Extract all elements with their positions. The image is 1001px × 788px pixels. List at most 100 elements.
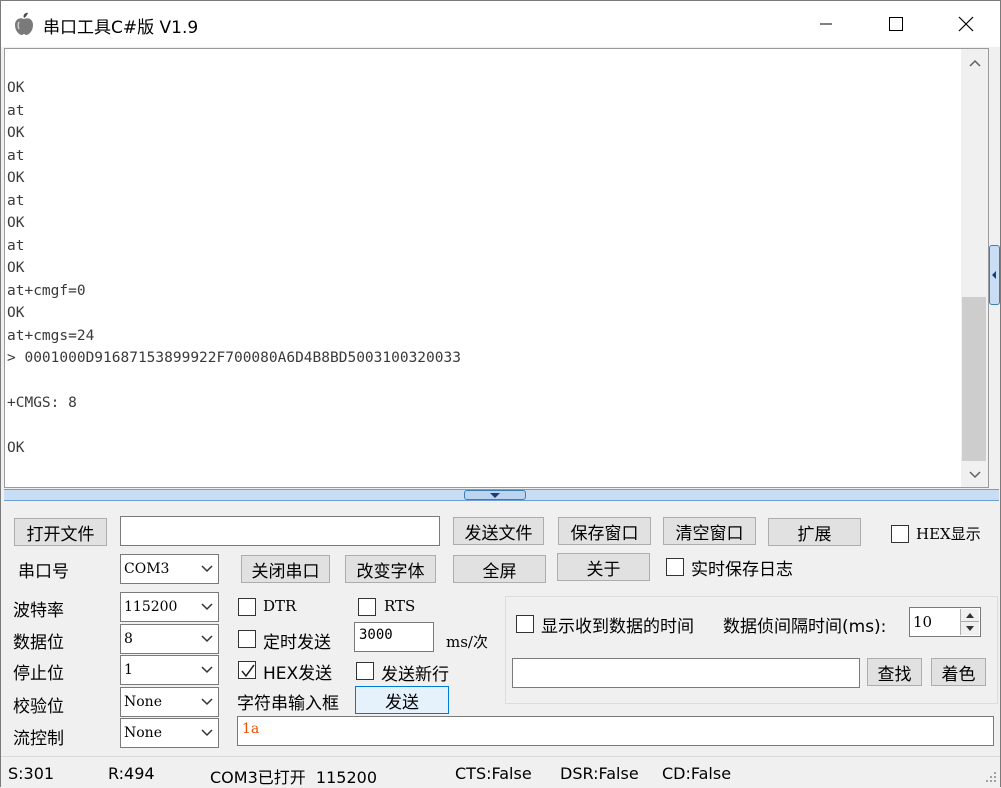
receive-line: OK <box>7 260 25 276</box>
scroll-down-icon[interactable] <box>961 463 988 487</box>
baud-label: 波特率 <box>13 601 64 621</box>
rts-label: RTS <box>384 597 416 615</box>
spin-up-icon[interactable] <box>961 609 979 622</box>
hex-send-checkbox[interactable] <box>238 661 256 679</box>
receive-textarea[interactable]: OK at OK at OK at OK at OK at+cmgf=0 OK at+cmgs=24 >… <box>4 48 989 488</box>
main-window: 串口工具C#版 V1.9 OK at OK at OK at OK at OK at+cmgf=0… <box>0 0 1001 787</box>
close-icon <box>958 16 974 32</box>
side-panel-toggle[interactable] <box>989 245 1000 305</box>
baud-select[interactable]: 115200 <box>120 592 219 622</box>
show-time-label: 显示收到数据的时间 <box>541 617 694 637</box>
cd-status: CD:False <box>662 764 732 783</box>
flow-control-label: 流控制 <box>13 729 64 749</box>
search-input[interactable] <box>512 658 860 688</box>
parity-select[interactable]: None <box>120 687 219 717</box>
port-select[interactable]: COM3 <box>120 554 219 584</box>
interval-unit-label: ms/次 <box>446 633 488 651</box>
databits-label: 数据位 <box>13 633 64 653</box>
close-button[interactable] <box>931 1 1001 47</box>
apple-icon <box>13 12 35 36</box>
receive-line: at <box>7 147 25 164</box>
checkmark-icon <box>241 664 255 678</box>
colorize-button[interactable]: 着色 <box>931 658 986 686</box>
chevron-down-icon <box>196 719 218 747</box>
scroll-up-icon[interactable] <box>961 51 988 75</box>
status-bar: S:301 R:494 COM3已打开 115200 CTS:False DSR… <box>1 756 1000 787</box>
timed-send-checkbox[interactable] <box>238 630 256 648</box>
change-font-button[interactable]: 改变字体 <box>345 555 436 583</box>
find-button[interactable]: 查找 <box>867 658 922 686</box>
realtime-log-label: 实时保存日志 <box>691 560 793 580</box>
receive-line: OK <box>7 80 25 96</box>
received-count: R:494 <box>108 764 155 783</box>
receive-line: at <box>7 237 25 254</box>
send-input[interactable]: 1a <box>237 716 994 746</box>
chevron-left-icon <box>992 271 996 279</box>
parity-label: 校验位 <box>13 697 64 717</box>
receive-scrollbar[interactable] <box>961 49 988 487</box>
timed-send-label: 定时发送 <box>263 633 331 653</box>
maximize-icon <box>889 17 903 31</box>
chevron-down-icon <box>196 688 218 716</box>
realtime-log-checkbox[interactable] <box>666 558 684 576</box>
hex-send-label: HEX发送 <box>263 664 333 684</box>
extend-button[interactable]: 扩展 <box>768 518 861 546</box>
hex-display-checkbox[interactable] <box>891 525 909 543</box>
chevron-down-icon <box>196 555 218 583</box>
rts-checkbox[interactable] <box>358 598 376 616</box>
chevron-down-icon <box>490 492 500 498</box>
dtr-checkbox[interactable] <box>238 598 256 616</box>
dsr-status: DSR:False <box>560 764 639 783</box>
receive-line <box>7 370 957 393</box>
resize-grip-icon[interactable] <box>983 770 997 784</box>
fullscreen-button[interactable]: 全屏 <box>453 555 546 583</box>
receive-line: +CMGS: 8 <box>7 395 77 411</box>
port-status: COM3已打开 115200 <box>210 768 378 787</box>
splitter[interactable] <box>4 489 999 501</box>
send-button[interactable]: 发送 <box>355 686 449 714</box>
receive-line: OK <box>7 440 25 456</box>
stopbits-label: 停止位 <box>13 664 64 684</box>
title-bar[interactable]: 串口工具C#版 V1.9 <box>1 1 1000 47</box>
save-window-button[interactable]: 保存窗口 <box>558 517 651 545</box>
about-button[interactable]: 关于 <box>557 553 650 581</box>
frame-interval-spinner[interactable]: 10 <box>909 607 981 637</box>
receive-text: OK at OK at OK at OK at OK at+cmgf=0 OK at+cmgs=24 >… <box>7 77 957 460</box>
flow-control-select[interactable]: None <box>120 718 219 748</box>
receive-line: OK <box>7 215 25 231</box>
databits-select[interactable]: 8 <box>120 624 219 654</box>
port-label: 串口号 <box>18 562 69 582</box>
receive-line: at+cmgf=0 <box>7 282 86 299</box>
receive-line: > 0001000D91687153899922F700080A6D4B8BD5… <box>7 350 461 366</box>
chevron-down-icon <box>196 625 218 653</box>
receive-line: at <box>7 102 25 119</box>
spin-down-icon[interactable] <box>961 622 979 635</box>
open-file-button[interactable]: 打开文件 <box>14 518 107 546</box>
receive-line: OK <box>7 305 25 321</box>
chevron-down-icon <box>196 593 218 621</box>
close-port-button[interactable]: 关闭串口 <box>241 555 330 583</box>
frame-interval-label: 数据侦间隔时间(ms): <box>723 617 887 637</box>
receive-line <box>7 415 957 438</box>
receive-line: OK <box>7 125 25 141</box>
send-file-button[interactable]: 发送文件 <box>453 517 544 545</box>
sent-count: S:301 <box>8 764 55 783</box>
clear-window-button[interactable]: 清空窗口 <box>663 517 756 545</box>
send-newline-checkbox[interactable] <box>356 662 374 680</box>
send-newline-label: 发送新行 <box>381 665 449 685</box>
minimize-icon <box>820 23 832 25</box>
file-path-input[interactable] <box>120 516 440 546</box>
window-title: 串口工具C#版 V1.9 <box>43 18 199 38</box>
show-time-checkbox[interactable] <box>516 615 534 633</box>
scroll-thumb[interactable] <box>962 297 986 461</box>
receive-line: OK <box>7 170 25 186</box>
maximize-button[interactable] <box>861 1 931 47</box>
chevron-down-icon <box>196 656 218 684</box>
send-interval-input[interactable]: 3000 <box>354 622 434 652</box>
splitter-handle[interactable] <box>464 490 526 500</box>
dtr-label: DTR <box>263 597 297 615</box>
minimize-button[interactable] <box>791 1 861 47</box>
cts-status: CTS:False <box>455 764 532 783</box>
receive-line: at+cmgs=24 <box>7 327 95 344</box>
stopbits-select[interactable]: 1 <box>120 655 219 685</box>
